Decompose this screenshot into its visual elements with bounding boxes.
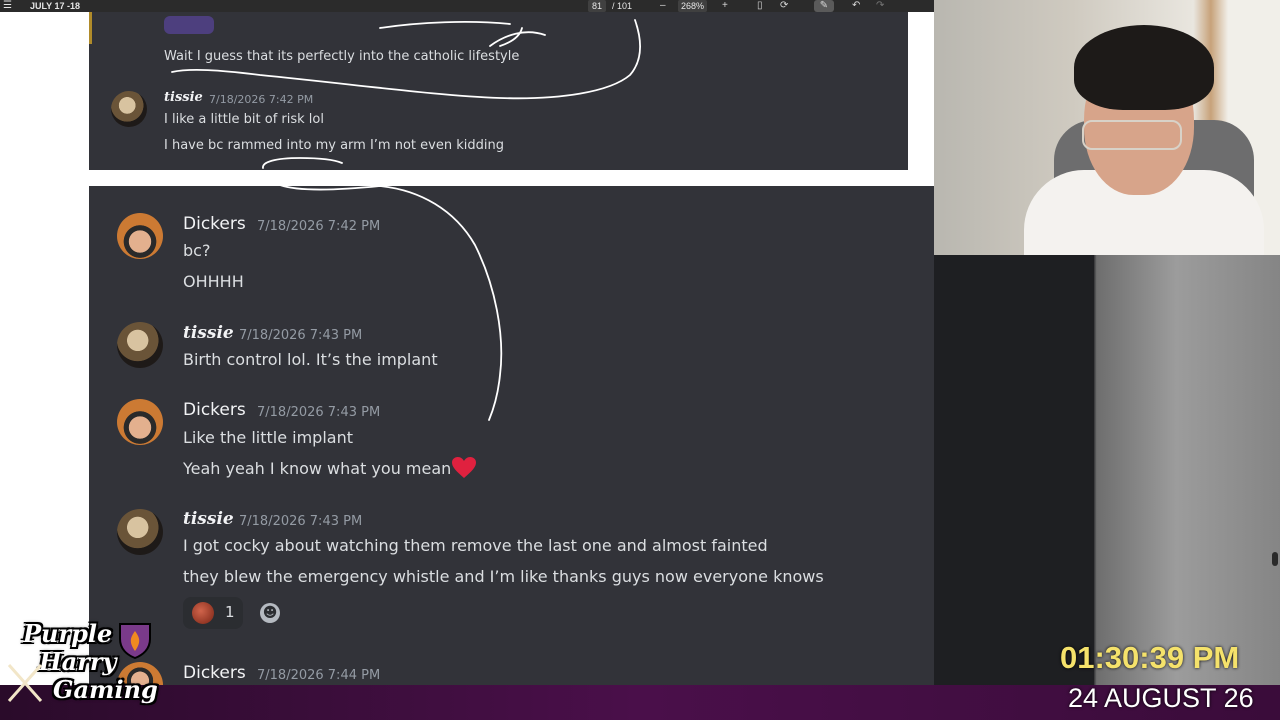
message-timestamp: 7/18/2026 7:44 PM xyxy=(257,668,381,683)
clock-date: 24 AUGUST 26 xyxy=(1068,683,1254,713)
message-text: I like a little bit of risk lol xyxy=(164,112,324,127)
zoom-out-button[interactable]: – xyxy=(660,0,666,12)
message-text: they blew the emergency whistle and I’m … xyxy=(183,567,824,586)
message-text: Like the little implant xyxy=(183,428,353,447)
logo-line-3: Gaming xyxy=(53,675,158,704)
zoom-in-button[interactable]: + xyxy=(722,0,728,12)
message-text: Wait I guess that its perfectly into the… xyxy=(164,49,520,64)
fit-page-icon[interactable]: ▯ xyxy=(757,0,763,12)
hamburger-menu-icon[interactable]: ☰ xyxy=(3,0,12,12)
draw-tool-icon[interactable]: ✎ xyxy=(814,0,834,12)
message-timestamp: 7/18/2026 7:43 PM xyxy=(239,514,363,529)
background-dark xyxy=(934,255,1094,685)
glasses-icon xyxy=(1082,120,1182,150)
clock-time: 01:30:39 PM xyxy=(1060,640,1240,675)
rotate-icon[interactable]: ⟳ xyxy=(780,0,788,12)
smiley-icon: ☻ xyxy=(260,603,280,623)
add-reaction-button[interactable]: ☻ xyxy=(256,599,284,627)
message-timestamp: 7/18/2026 7:43 PM xyxy=(239,328,363,343)
message-text: Yeah yeah I know what you mean xyxy=(183,459,452,478)
message-text: bc? xyxy=(183,241,211,260)
reaction-pill xyxy=(164,16,214,34)
message-text: I got cocky about watching them remove t… xyxy=(183,536,768,555)
author-name: tissie xyxy=(164,90,203,105)
shield-icon xyxy=(119,623,151,659)
author-name: tissie xyxy=(183,323,234,343)
heart-icon xyxy=(452,457,476,478)
message-text: I have bc rammed into my arm I’m not eve… xyxy=(164,138,504,153)
message-timestamp: 7/18/2026 7:43 PM xyxy=(257,405,381,420)
avatar xyxy=(111,91,147,127)
hair xyxy=(1074,25,1214,110)
undo-button[interactable]: ↶ xyxy=(852,0,860,12)
author-name: tissie xyxy=(183,509,234,529)
document-title: JULY 17 -18 xyxy=(30,1,81,11)
author-name: Dickers xyxy=(183,214,246,234)
reaction-button[interactable]: 1 xyxy=(183,597,243,629)
redo-button[interactable]: ↷ xyxy=(876,0,884,12)
zoom-level[interactable]: 268% xyxy=(678,0,708,12)
avatar xyxy=(117,322,163,368)
scrollbar-thumb[interactable] xyxy=(1272,552,1278,566)
page-total: / 101 xyxy=(612,1,633,11)
message-timestamp: 7/18/2026 7:42 PM xyxy=(257,219,381,234)
webcam-feed xyxy=(934,0,1280,255)
message-text: Birth control lol. It’s the implant xyxy=(183,350,438,369)
message-timestamp: 7/18/2026 7:42 PM xyxy=(209,93,314,106)
highlight-strip xyxy=(89,12,92,44)
sword-icon xyxy=(7,664,43,702)
author-name: Dickers xyxy=(183,663,246,683)
pdf-toolbar: ☰ JULY 17 -18 81 / 101 – 268% + ▯ ⟳ ✎ ↶ … xyxy=(0,0,934,12)
avatar xyxy=(117,213,163,259)
logo-line-1: Purple xyxy=(23,619,113,648)
logo-line-2: Harry xyxy=(39,647,117,676)
emoji-icon xyxy=(192,602,214,624)
page-number-input[interactable]: 81 xyxy=(588,0,607,12)
channel-logo: Purple Harry Gaming xyxy=(5,617,165,713)
avatar xyxy=(117,509,163,555)
avatar xyxy=(117,399,163,445)
reaction-count: 1 xyxy=(225,603,235,621)
author-name: Dickers xyxy=(183,400,246,420)
message-text: OHHHH xyxy=(183,272,244,291)
